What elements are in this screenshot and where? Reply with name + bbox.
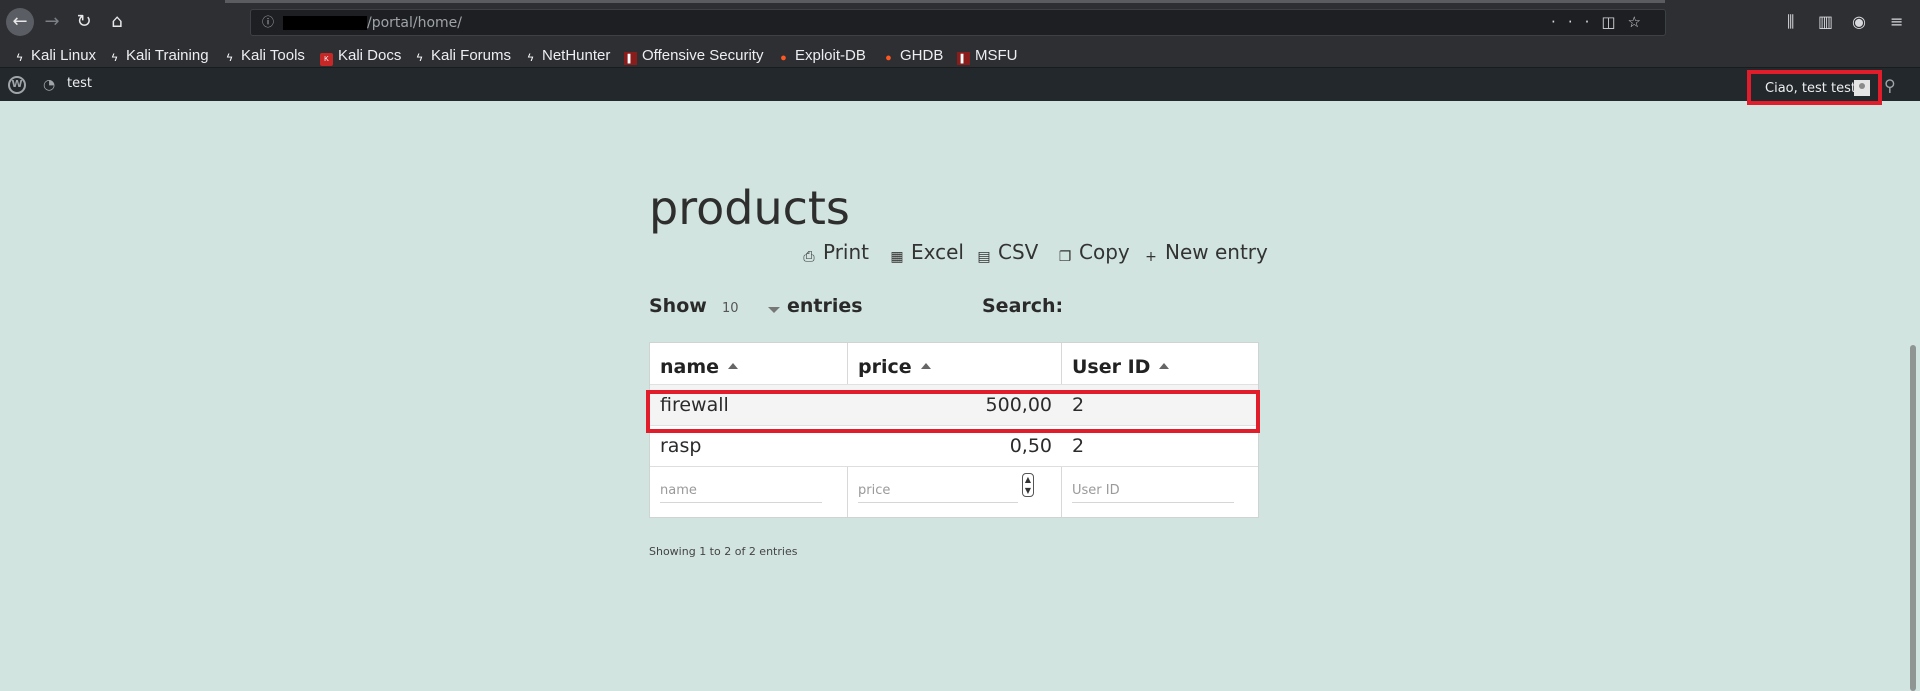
site-info-icon[interactable]: ⓘ: [260, 14, 276, 30]
scrollbar-thumb[interactable]: [1910, 345, 1916, 691]
copy-button[interactable]: ❐ Copy: [1056, 240, 1130, 266]
kali-dragon-icon: ϟ: [416, 52, 423, 64]
dashboard-icon[interactable]: ◔: [43, 77, 55, 93]
column-header-price[interactable]: price: [858, 356, 931, 378]
page-scrollbar[interactable]: [1907, 101, 1920, 691]
csv-icon: ▤: [977, 249, 991, 265]
browser-toolbar: ← → ↻ ⌂ ⓘ /portal/home/ ···◫☆ ⫼ ▥ ◉ ≡: [0, 0, 1920, 44]
bookmark-kali-linux[interactable]: ϟ Kali Linux: [13, 47, 96, 65]
highlighted-row-outline: [646, 390, 1260, 433]
column-filters: ▲▼: [650, 466, 1258, 518]
forward-button[interactable]: →: [38, 8, 66, 36]
excel-button[interactable]: ▦ Excel: [888, 240, 964, 266]
new-entry-button[interactable]: + New entry: [1142, 240, 1268, 266]
back-button[interactable]: ←: [6, 8, 34, 36]
reload-button[interactable]: ↻: [70, 8, 98, 36]
table-info: Showing 1 to 2 of 2 entries: [649, 545, 798, 558]
entries-label: entries: [787, 295, 863, 317]
page-length-select[interactable]: 10: [722, 297, 780, 321]
account-greeting[interactable]: Ciao, test test: [1747, 70, 1882, 105]
url-bar[interactable]: ⓘ /portal/home/ ···◫☆: [250, 9, 1666, 36]
filter-price-input[interactable]: [858, 479, 1018, 503]
page-length-value: 10: [722, 301, 739, 316]
bookmark-exploit-db[interactable]: ● Exploit-DB: [777, 47, 866, 65]
bookmark-kali-docs[interactable]: K Kali Docs: [320, 47, 401, 66]
more-icon[interactable]: ···: [1551, 13, 1601, 31]
bookmark-nethunter[interactable]: ϟ NetHunter: [524, 47, 611, 65]
price-stepper[interactable]: ▲ ▼: [1022, 473, 1034, 497]
bookmark-kali-forums[interactable]: ϟ Kali Forums: [413, 47, 511, 65]
wordpress-logo-icon[interactable]: W: [8, 76, 26, 94]
excel-icon: ▦: [890, 249, 904, 265]
kali-dragon-icon: ϟ: [226, 52, 233, 64]
chevron-down-icon: [768, 307, 780, 313]
home-button[interactable]: ⌂: [103, 8, 131, 36]
bookmark-kali-tools[interactable]: ϟ Kali Tools: [223, 47, 305, 65]
pocket-icon[interactable]: ◫: [1601, 13, 1627, 31]
sort-asc-icon: [1159, 363, 1170, 369]
print-button[interactable]: ⎙ Print: [800, 240, 869, 266]
show-label: Show: [649, 295, 707, 317]
account-icon[interactable]: ◉: [1852, 12, 1866, 31]
nethunter-icon: ϟ: [527, 52, 534, 64]
site-name-link[interactable]: test: [67, 76, 92, 92]
url-path: /portal/home/: [367, 15, 463, 31]
bookmark-ghdb[interactable]: ● GHDB: [882, 47, 943, 65]
copy-icon: ❐: [1058, 249, 1072, 265]
csv-button[interactable]: ▤ CSV: [975, 240, 1038, 266]
bookmark-kali-training[interactable]: ϟ Kali Training: [108, 47, 209, 65]
exploit-db-icon: ●: [780, 52, 787, 64]
sort-asc-icon: [920, 363, 931, 369]
greeting-text: Ciao, test test: [1765, 81, 1856, 96]
page-actions[interactable]: ···◫☆: [1551, 13, 1653, 31]
msfu-icon: ▌: [957, 52, 970, 65]
plus-icon: +: [1145, 249, 1157, 265]
search-icon[interactable]: ⚲: [1884, 76, 1896, 95]
sort-asc-icon: [728, 363, 739, 369]
page-title: products: [649, 181, 850, 235]
ghdb-icon: ●: [885, 52, 892, 64]
avatar: [1854, 80, 1870, 96]
wp-admin-bar: W ◔ test: [0, 68, 1920, 101]
cell-user-id: 2: [1072, 435, 1085, 457]
bookmarks-bar: ϟ Kali Linux ϟ Kali Training ϟ Kali Tools K…: [0, 44, 1920, 68]
offensive-security-icon: ▌: [624, 52, 637, 65]
bookmark-offensive-security[interactable]: ▌ Offensive Security: [624, 47, 763, 65]
bookmark-msfu[interactable]: ▌ MSFU: [957, 47, 1018, 65]
bookmark-star-icon[interactable]: ☆: [1628, 13, 1653, 31]
kali-dragon-icon: ϟ: [16, 52, 23, 64]
library-icon[interactable]: ⫼: [1787, 12, 1794, 32]
print-icon: ⎙: [803, 249, 815, 265]
tab-strip-line: [225, 0, 1665, 3]
column-header-user-id[interactable]: User ID: [1072, 356, 1170, 378]
kali-dragon-icon: ϟ: [111, 52, 118, 64]
kali-docs-icon: K: [320, 53, 333, 66]
column-header-name[interactable]: name: [660, 356, 739, 378]
filter-user-id-input[interactable]: [1072, 479, 1234, 503]
cell-name: rasp: [660, 435, 702, 457]
filter-name-input[interactable]: [660, 479, 822, 503]
cell-price: 0,50: [1009, 435, 1052, 457]
menu-icon[interactable]: ≡: [1890, 12, 1903, 31]
sidebar-icon[interactable]: ▥: [1818, 12, 1833, 31]
search-label: Search:: [982, 295, 1064, 317]
redacted-host: [283, 16, 367, 30]
